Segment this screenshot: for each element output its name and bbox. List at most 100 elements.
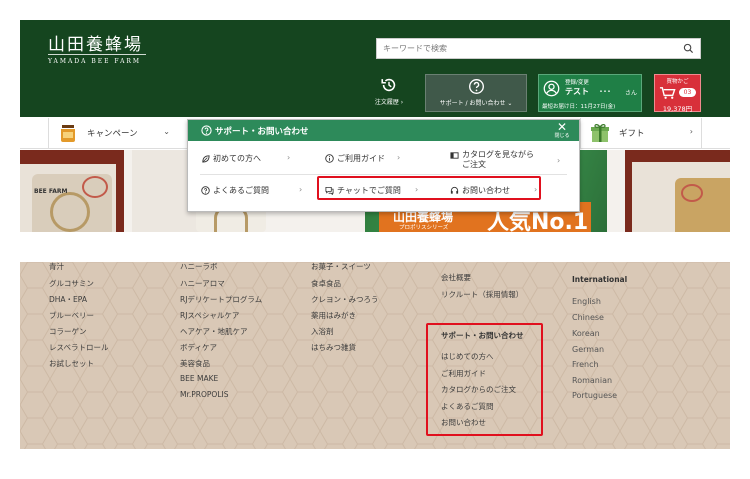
page: 山田養蜂場 YAMADA BEE FARM 注文履歴 › サポート / お問い合… [0,0,750,479]
support-dropdown-title: サポート・お問い合わせ [215,127,309,137]
member-name-dots: ･･･ [599,87,611,96]
language-link[interactable]: English [572,297,601,306]
search-icon[interactable] [683,43,694,54]
logo-subtitle: YAMADA BEE FARM [48,58,142,65]
footer-link[interactable]: お菓子・スイーツ [311,262,371,272]
cart-icon [659,87,676,99]
book-icon [450,152,459,159]
gift-icon [591,124,609,142]
chevron-right-icon: › [689,127,693,136]
user-icon [543,80,560,97]
history-icon [381,78,396,92]
highlight-box-dropdown [317,176,541,200]
footer-link[interactable]: RJスペシャルケア [180,310,239,321]
support-dropdown-header: サポート・お問い合わせ ✕ 閉じる [188,120,579,141]
product-box-image [675,178,730,232]
link-label: 初めての方へ [213,154,261,163]
language-link[interactable]: Romanian [572,376,612,385]
footer-link[interactable]: 青汁 [49,262,64,272]
footer-link[interactable]: Mr.PROPOLIS [180,390,228,399]
footer-link[interactable]: コラーゲン [49,326,87,337]
honeycomb-background [20,262,730,449]
footer-screenshot: 青汁 グルコサミン DHA・EPA ブルーベリー コラーゲン レスベラトロール … [20,262,730,449]
cart-total: 19,378円 [662,105,693,113]
info-icon [325,154,334,163]
close-button[interactable]: ✕ 閉じる [551,121,573,140]
member-suffix: さん [625,90,638,97]
highlight-box-footer-support [426,323,543,436]
chevron-right-icon: › [287,153,291,162]
close-icon: ✕ [556,120,568,134]
header-screenshot: 山田養蜂場 YAMADA BEE FARM 注文履歴 › サポート / お問い合… [20,20,730,232]
order-history-button[interactable]: 注文履歴 › [366,75,412,113]
footer-link[interactable]: 会社概要 [441,272,471,283]
language-link[interactable]: French [572,360,599,369]
member-name: テスト [565,87,589,96]
order-history-label: 注文履歴 › [374,99,404,106]
stamp-decoration [82,176,108,198]
honey-jar-icon [61,125,75,142]
chevron-down-icon: ⌄ [163,127,170,136]
language-link[interactable]: Chinese [572,313,604,322]
close-label: 閉じる [554,133,570,139]
support-button[interactable]: サポート / お問い合わせ ⌄ [425,74,527,112]
link-label-line2: ご注文 [462,160,486,169]
footer-international-heading: International [572,275,628,284]
footer-link[interactable]: はちみつ雑貨 [311,342,356,353]
footer-link[interactable]: 入浴剤 [311,326,334,337]
nav-item-label: ギフト [619,129,645,139]
link-faq[interactable]: よくあるご質問 › [201,178,311,206]
product-bag-image: BEE FARM [32,174,112,232]
search-input[interactable] [377,39,677,58]
link-label: よくあるご質問 [213,186,269,195]
question-circle-icon [468,79,484,94]
nav-item-gift[interactable]: ギフト › [580,118,702,148]
member-edit-label: 登録/変更 [565,80,589,86]
footer-link[interactable]: ハニーラボ [180,262,218,272]
member-button[interactable]: 登録/変更 テスト ･･･ さん 最短お届け日：11月27日(金) [538,74,642,112]
next-delivery-date: 最短お届け日：11月27日(金) [542,104,616,110]
leaf-icon [202,155,210,163]
divider [200,174,567,175]
question-circle-icon [201,125,212,136]
footer-link[interactable]: お試しセット [49,358,94,369]
site-header: 山田養蜂場 YAMADA BEE FARM 注文履歴 › サポート / お問い合… [20,20,730,117]
footer-link[interactable]: 美容食品 [180,358,210,369]
footer-link[interactable]: ブルーベリー [49,310,94,321]
link-first-time[interactable]: 初めての方へ › [201,146,311,174]
footer-link[interactable]: リクルート（採用情報） [441,289,523,300]
logo-divider [48,54,146,55]
cart-label: 買物かご [666,79,689,85]
nav-item-campaign[interactable]: キャンペーン ⌄ [48,118,178,148]
footer-link[interactable]: レスベラトロール [49,342,108,353]
footer-link[interactable]: ボディケア [180,342,217,353]
link-label: ご利用ガイド [337,154,385,163]
language-link[interactable]: Korean [572,329,600,338]
cart-button[interactable]: 買物かご 03 19,378円 [654,74,701,113]
link-user-guide[interactable]: ご利用ガイド › [325,146,435,174]
footer-link[interactable]: DHA・EPA [49,294,87,305]
footer-link[interactable]: RJデリケートプログラム [180,294,262,305]
footer-link[interactable]: ヘアケア・地肌ケア [180,326,248,337]
language-link[interactable]: German [572,345,604,354]
footer-link[interactable]: クレヨン・みつろう [311,294,379,305]
nav-item-label: キャンペーン [87,129,138,139]
language-link[interactable]: Portuguese [572,391,617,400]
chevron-right-icon: › [557,156,561,165]
logo[interactable]: 山田養蜂場 [48,30,143,55]
cart-count-badge: 03 [679,88,696,97]
footer-link[interactable]: 薬用はみがき [311,310,356,321]
stamp-decoration [681,184,703,202]
footer-link[interactable]: グルコサミン [49,278,94,289]
question-circle-icon [201,186,210,195]
bag-label: BEE FARM [34,188,68,195]
footer-link[interactable]: BEE MAKE [180,374,218,383]
search-box [376,38,701,59]
link-catalog-order[interactable]: カタログを見ながら ご注文 › [450,146,570,174]
footer-link[interactable]: ハニーアロマ [180,278,225,289]
seal-decoration [50,192,90,232]
chevron-right-icon: › [397,153,401,162]
footer-link[interactable]: 食卓食品 [311,278,341,289]
chevron-right-icon: › [299,185,303,194]
banner-series: プロポリスシリーズ [399,225,449,231]
